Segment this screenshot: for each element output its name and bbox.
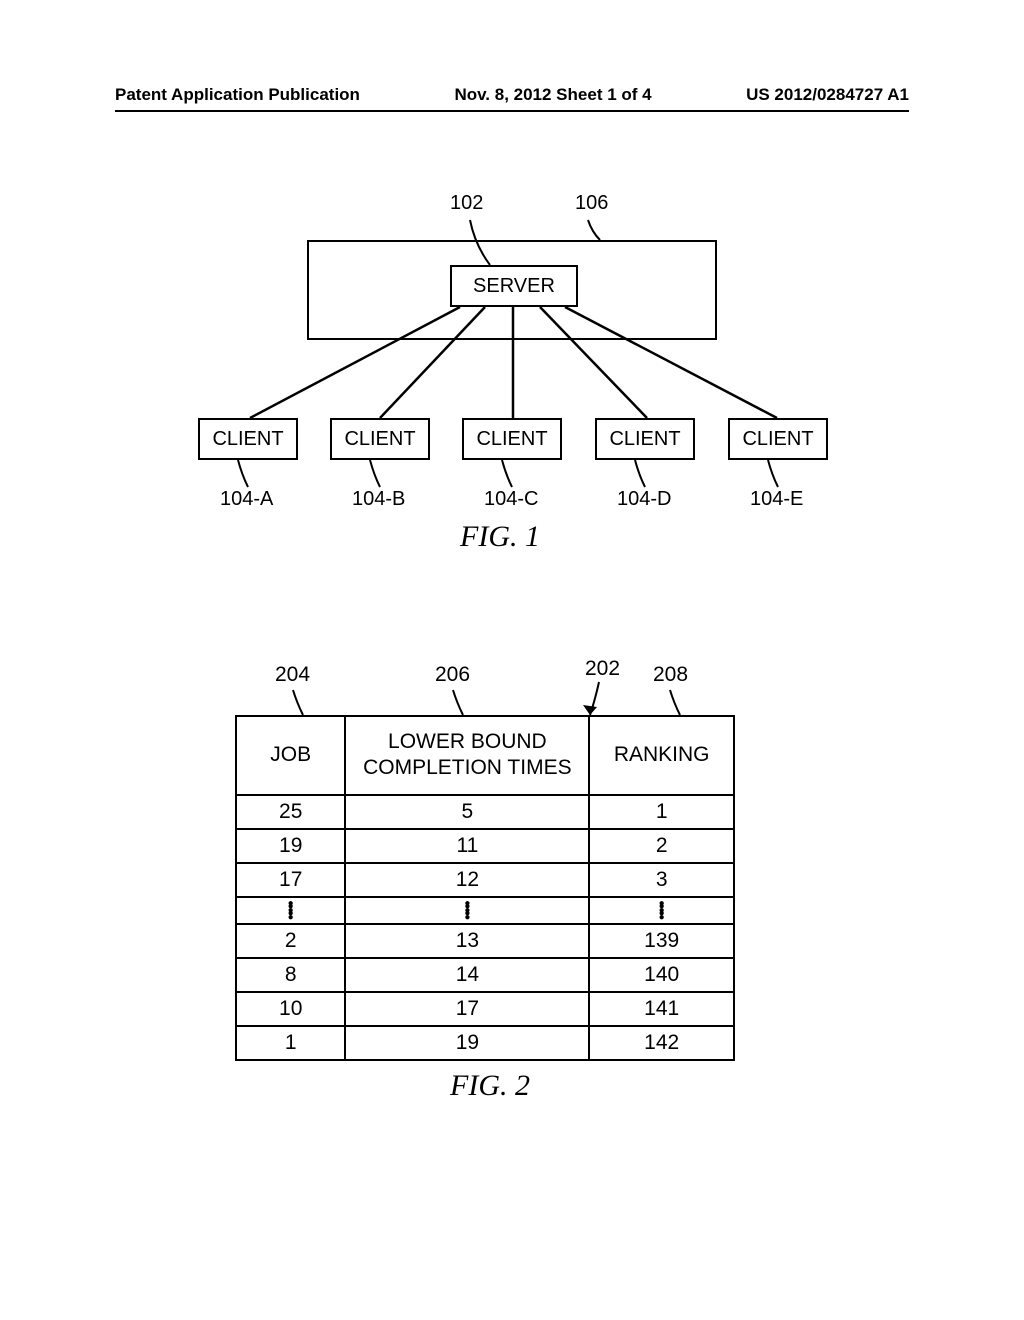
client-box-a: CLIENT [198, 418, 298, 460]
vdots-icon: ●●●●● [236, 897, 345, 925]
table-row: 19 11 2 [236, 829, 734, 863]
ref-106: 106 [575, 192, 608, 215]
ref-104-b: 104-B [352, 488, 405, 511]
table-row: 10 17 141 [236, 992, 734, 1026]
table-row: 8 14 140 [236, 958, 734, 992]
server-label: SERVER [473, 275, 555, 298]
ref-202: 202 [585, 657, 620, 681]
ref-104-a: 104-A [220, 488, 273, 511]
ranking-table: JOB LOWER BOUND COMPLETION TIMES RANKING… [235, 715, 735, 1061]
table-row-ellipsis: ●●●●● ●●●●● ●●●●● [236, 897, 734, 925]
header-right: US 2012/0284727 A1 [746, 85, 909, 105]
ref-208: 208 [653, 663, 688, 687]
ref-104-e: 104-E [750, 488, 803, 511]
client-box-d: CLIENT [595, 418, 695, 460]
ref-206: 206 [435, 663, 470, 687]
vdots-icon: ●●●●● [589, 897, 734, 925]
ref-104-c: 104-C [484, 488, 538, 511]
fig2-caption: FIG. 2 [235, 1069, 745, 1103]
table-row: 25 5 1 [236, 795, 734, 829]
fig1-caption: FIG. 1 [460, 520, 540, 554]
ref-104-d: 104-D [617, 488, 671, 511]
header-center: Nov. 8, 2012 Sheet 1 of 4 [454, 85, 651, 105]
ref-204: 204 [275, 663, 310, 687]
header-left: Patent Application Publication [115, 85, 360, 105]
fig2-leaders [235, 655, 795, 735]
client-box-c: CLIENT [462, 418, 562, 460]
table-row: 17 12 3 [236, 863, 734, 897]
server-box: SERVER [450, 265, 578, 307]
table-row: 2 13 139 [236, 924, 734, 958]
table-row: 1 19 142 [236, 1026, 734, 1060]
ref-102: 102 [450, 192, 483, 215]
header-rule [115, 110, 909, 112]
figure-1: SERVER 102 106 CLIENT CLIENT CLIENT CLIE… [150, 180, 874, 550]
figure-2: 204 206 202 208 JOB LOWER BOUND COMPLETI… [235, 655, 745, 1103]
page-header: Patent Application Publication Nov. 8, 2… [0, 85, 1024, 105]
client-box-b: CLIENT [330, 418, 430, 460]
vdots-icon: ●●●●● [345, 897, 589, 925]
client-box-e: CLIENT [728, 418, 828, 460]
